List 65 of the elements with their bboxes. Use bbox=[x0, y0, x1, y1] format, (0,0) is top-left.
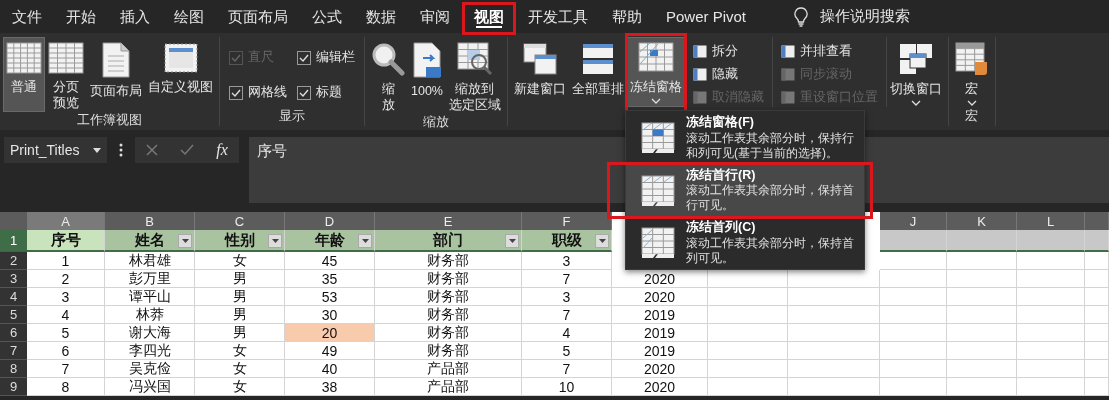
table-cell: 4 bbox=[522, 324, 612, 342]
table-cell: 女 bbox=[195, 360, 285, 378]
table-cell: 40 bbox=[285, 360, 375, 378]
table-cell: 2 bbox=[27, 270, 105, 288]
table-cell: 男 bbox=[195, 306, 285, 324]
checkbox-label: 标题 bbox=[316, 84, 342, 101]
menu-item-description: 滚动工作表其余部分时，保持首列可见。 bbox=[686, 235, 855, 266]
table-cell: 2019 bbox=[612, 324, 708, 342]
table-cell: 谭平山 bbox=[105, 288, 195, 306]
table-cell: 李四光 bbox=[105, 342, 195, 360]
table-cell: 7 bbox=[27, 360, 105, 378]
table-cell: 20 bbox=[285, 324, 375, 342]
table-cell: 男 bbox=[195, 270, 285, 288]
table-cell: 财务部 bbox=[375, 270, 522, 288]
table-cell: 5 bbox=[522, 342, 612, 360]
table-cell: 6 bbox=[27, 342, 105, 360]
table-cell: 45 bbox=[285, 252, 375, 270]
menu-item-description: 滚动工作表其余部分时，保持行和列可见(基于当前的选择)。 bbox=[686, 130, 855, 161]
menu-item-title: 冻结首列(C) bbox=[686, 220, 757, 236]
table-cell: 财务部 bbox=[375, 324, 522, 342]
table-cell: 3 bbox=[522, 252, 612, 270]
table-cell: 女 bbox=[195, 252, 285, 270]
table-cell: 财务部 bbox=[375, 252, 522, 270]
table-cell: 2020 bbox=[612, 360, 708, 378]
table-cell: 女 bbox=[195, 342, 285, 360]
table-cell: 3 bbox=[27, 288, 105, 306]
table-cell: 4 bbox=[27, 306, 105, 324]
table-cell: 林君雄 bbox=[105, 252, 195, 270]
menu-item-title: 冻结首行(R) bbox=[686, 167, 757, 183]
table-cell: 7 bbox=[522, 360, 612, 378]
table-cell: 吴克俭 bbox=[105, 360, 195, 378]
table-cell: 谢大海 bbox=[105, 324, 195, 342]
table-cell: 财务部 bbox=[375, 342, 522, 360]
table-cell: 3 bbox=[522, 288, 612, 306]
table-cell: 2019 bbox=[612, 342, 708, 360]
table-cell: 53 bbox=[285, 288, 375, 306]
table-cell: 财务部 bbox=[375, 306, 522, 324]
table-cell: 8 bbox=[27, 378, 105, 396]
table-cell: 彭万里 bbox=[105, 270, 195, 288]
checkbox-label: 网格线 bbox=[248, 84, 287, 101]
menu-item-title: 冻结窗格(F) bbox=[686, 115, 755, 131]
table-cell: 38 bbox=[285, 378, 375, 396]
table-cell: 49 bbox=[285, 342, 375, 360]
table-cell: 35 bbox=[285, 270, 375, 288]
group-label: 宏 bbox=[965, 108, 979, 125]
table-cell: 林莽 bbox=[105, 306, 195, 324]
table-cell: 7 bbox=[522, 306, 612, 324]
checkbox-label: 编辑栏 bbox=[316, 49, 355, 66]
table-cell: 产品部 bbox=[375, 378, 522, 396]
table-cell: 2019 bbox=[612, 306, 708, 324]
table-cell: 冯兴国 bbox=[105, 378, 195, 396]
table-cell: 10 bbox=[522, 378, 612, 396]
table-cell: 财务部 bbox=[375, 288, 522, 306]
table-cell: 7 bbox=[522, 270, 612, 288]
group-label: 显示 bbox=[279, 107, 305, 125]
menu-item-description: 滚动工作表其余部分时，保持首行可见。 bbox=[686, 183, 855, 213]
group-label: 缩放 bbox=[423, 114, 449, 131]
table-cell: 产品部 bbox=[375, 360, 522, 378]
table-cell: 女 bbox=[195, 378, 285, 396]
table-cell: 2020 bbox=[612, 288, 708, 306]
table-cell: 2020 bbox=[612, 378, 708, 396]
group-label: 工作簿视图 bbox=[77, 112, 142, 129]
table-cell: 男 bbox=[195, 288, 285, 306]
table-cell: 5 bbox=[27, 324, 105, 342]
table-cell: 1 bbox=[27, 252, 105, 270]
